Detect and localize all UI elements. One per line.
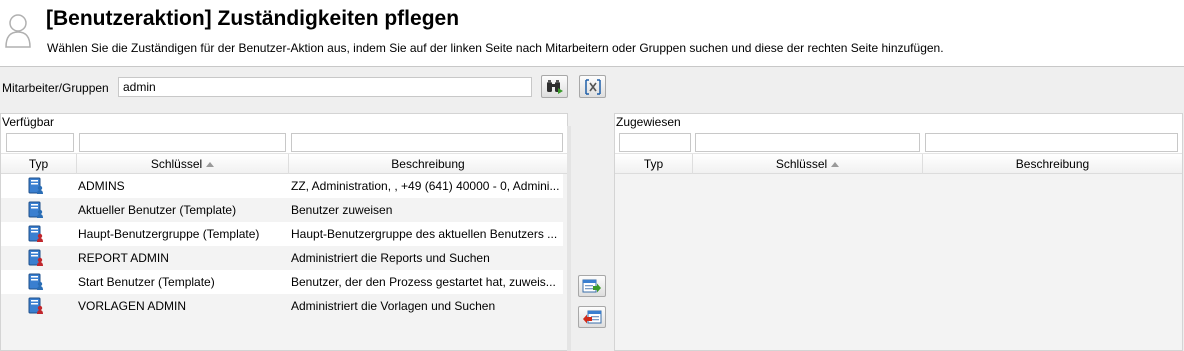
row-key: VORLAGEN ADMIN [78, 299, 187, 313]
available-column-headers: Typ Schlüssel Beschreibung [1, 153, 567, 174]
user-group-icon [27, 273, 45, 291]
table-row[interactable]: REPORT ADMIN Administriert die Reports u… [1, 246, 563, 270]
available-list: ADMINS ZZ, Administration, , +49 (641) 4… [1, 174, 567, 350]
assigned-panel-title: Zugewiesen [616, 115, 681, 129]
filter-description-input[interactable] [291, 133, 563, 152]
column-header-type[interactable]: Typ [1, 154, 77, 174]
move-left-icon [583, 310, 602, 324]
row-description: ZZ, Administration, , +49 (641) 40000 - … [291, 179, 560, 193]
table-row[interactable]: Haupt-Benutzergruppe (Template) Haupt-Be… [1, 222, 563, 246]
column-header-type[interactable]: Typ [615, 154, 693, 174]
row-description: Benutzer, der den Prozess gestartet hat,… [291, 275, 556, 289]
user-group-icon [27, 201, 45, 219]
remove-from-assigned-button[interactable] [578, 306, 606, 328]
table-row[interactable]: ADMINS ZZ, Administration, , +49 (641) 4… [1, 174, 563, 198]
search-button[interactable] [541, 75, 568, 98]
row-description: Haupt-Benutzergruppe des aktuellen Benut… [291, 227, 558, 241]
page-header: [Benutzeraktion] Zuständigkeiten pflegen… [0, 0, 1184, 67]
row-key: Aktueller Benutzer (Template) [78, 203, 237, 217]
user-group-icon [27, 177, 45, 195]
table-row[interactable]: VORLAGEN ADMIN Administriert die Vorlage… [1, 294, 563, 318]
move-right-icon [582, 279, 601, 293]
role-group-icon [27, 249, 45, 267]
row-key: Haupt-Benutzergruppe (Template) [78, 227, 260, 241]
row-description: Administriert die Vorlagen und Suchen [291, 299, 496, 313]
column-header-key[interactable]: Schlüssel [693, 154, 923, 174]
assigned-list [615, 174, 1182, 350]
search-input[interactable] [118, 77, 532, 97]
binoculars-icon [546, 79, 563, 94]
role-group-icon [27, 297, 45, 315]
clear-filter-icon [584, 78, 601, 95]
column-header-key[interactable]: Schlüssel [77, 154, 289, 174]
available-panel-title: Verfügbar [2, 115, 55, 129]
clear-filter-button[interactable] [579, 75, 606, 98]
column-header-description[interactable]: Beschreibung [923, 154, 1182, 174]
available-panel: Verfügbar Typ Schlüssel Beschreibung ADM… [0, 113, 568, 351]
table-row[interactable]: Aktueller Benutzer (Template) Benutzer z… [1, 198, 563, 222]
assigned-column-headers: Typ Schlüssel Beschreibung [615, 153, 1182, 174]
search-label: Mitarbeiter/Gruppen [2, 81, 109, 95]
user-icon [5, 14, 31, 48]
assigned-filter-row [615, 132, 1182, 154]
table-row[interactable]: Start Benutzer (Template) Benutzer, der … [1, 270, 563, 294]
sort-ascending-icon [206, 162, 215, 167]
sort-ascending-icon [831, 162, 840, 167]
search-bar: Mitarbeiter/Gruppen [0, 72, 1184, 102]
row-key: REPORT ADMIN [78, 251, 169, 265]
page-subtitle: Wählen Sie die Zuständigen für der Benut… [47, 41, 944, 55]
available-filter-row [1, 132, 567, 154]
row-key: ADMINS [78, 179, 125, 193]
filter-type-input[interactable] [6, 133, 74, 152]
row-description: Benutzer zuweisen [291, 203, 393, 217]
column-header-description[interactable]: Beschreibung [289, 154, 567, 174]
filter-type-input[interactable] [619, 133, 691, 152]
filter-key-input[interactable] [695, 133, 920, 152]
role-group-icon [27, 225, 45, 243]
page-title: [Benutzeraktion] Zuständigkeiten pflegen [46, 7, 460, 30]
filter-key-input[interactable] [79, 133, 286, 152]
add-to-assigned-button[interactable] [578, 275, 606, 297]
filter-description-input[interactable] [925, 133, 1178, 152]
row-key: Start Benutzer (Template) [78, 275, 215, 289]
row-description: Administriert die Reports und Suchen [291, 251, 490, 265]
assigned-panel: Zugewiesen Typ Schlüssel Beschreibung [614, 113, 1183, 351]
available-scrollbar[interactable] [567, 126, 571, 351]
